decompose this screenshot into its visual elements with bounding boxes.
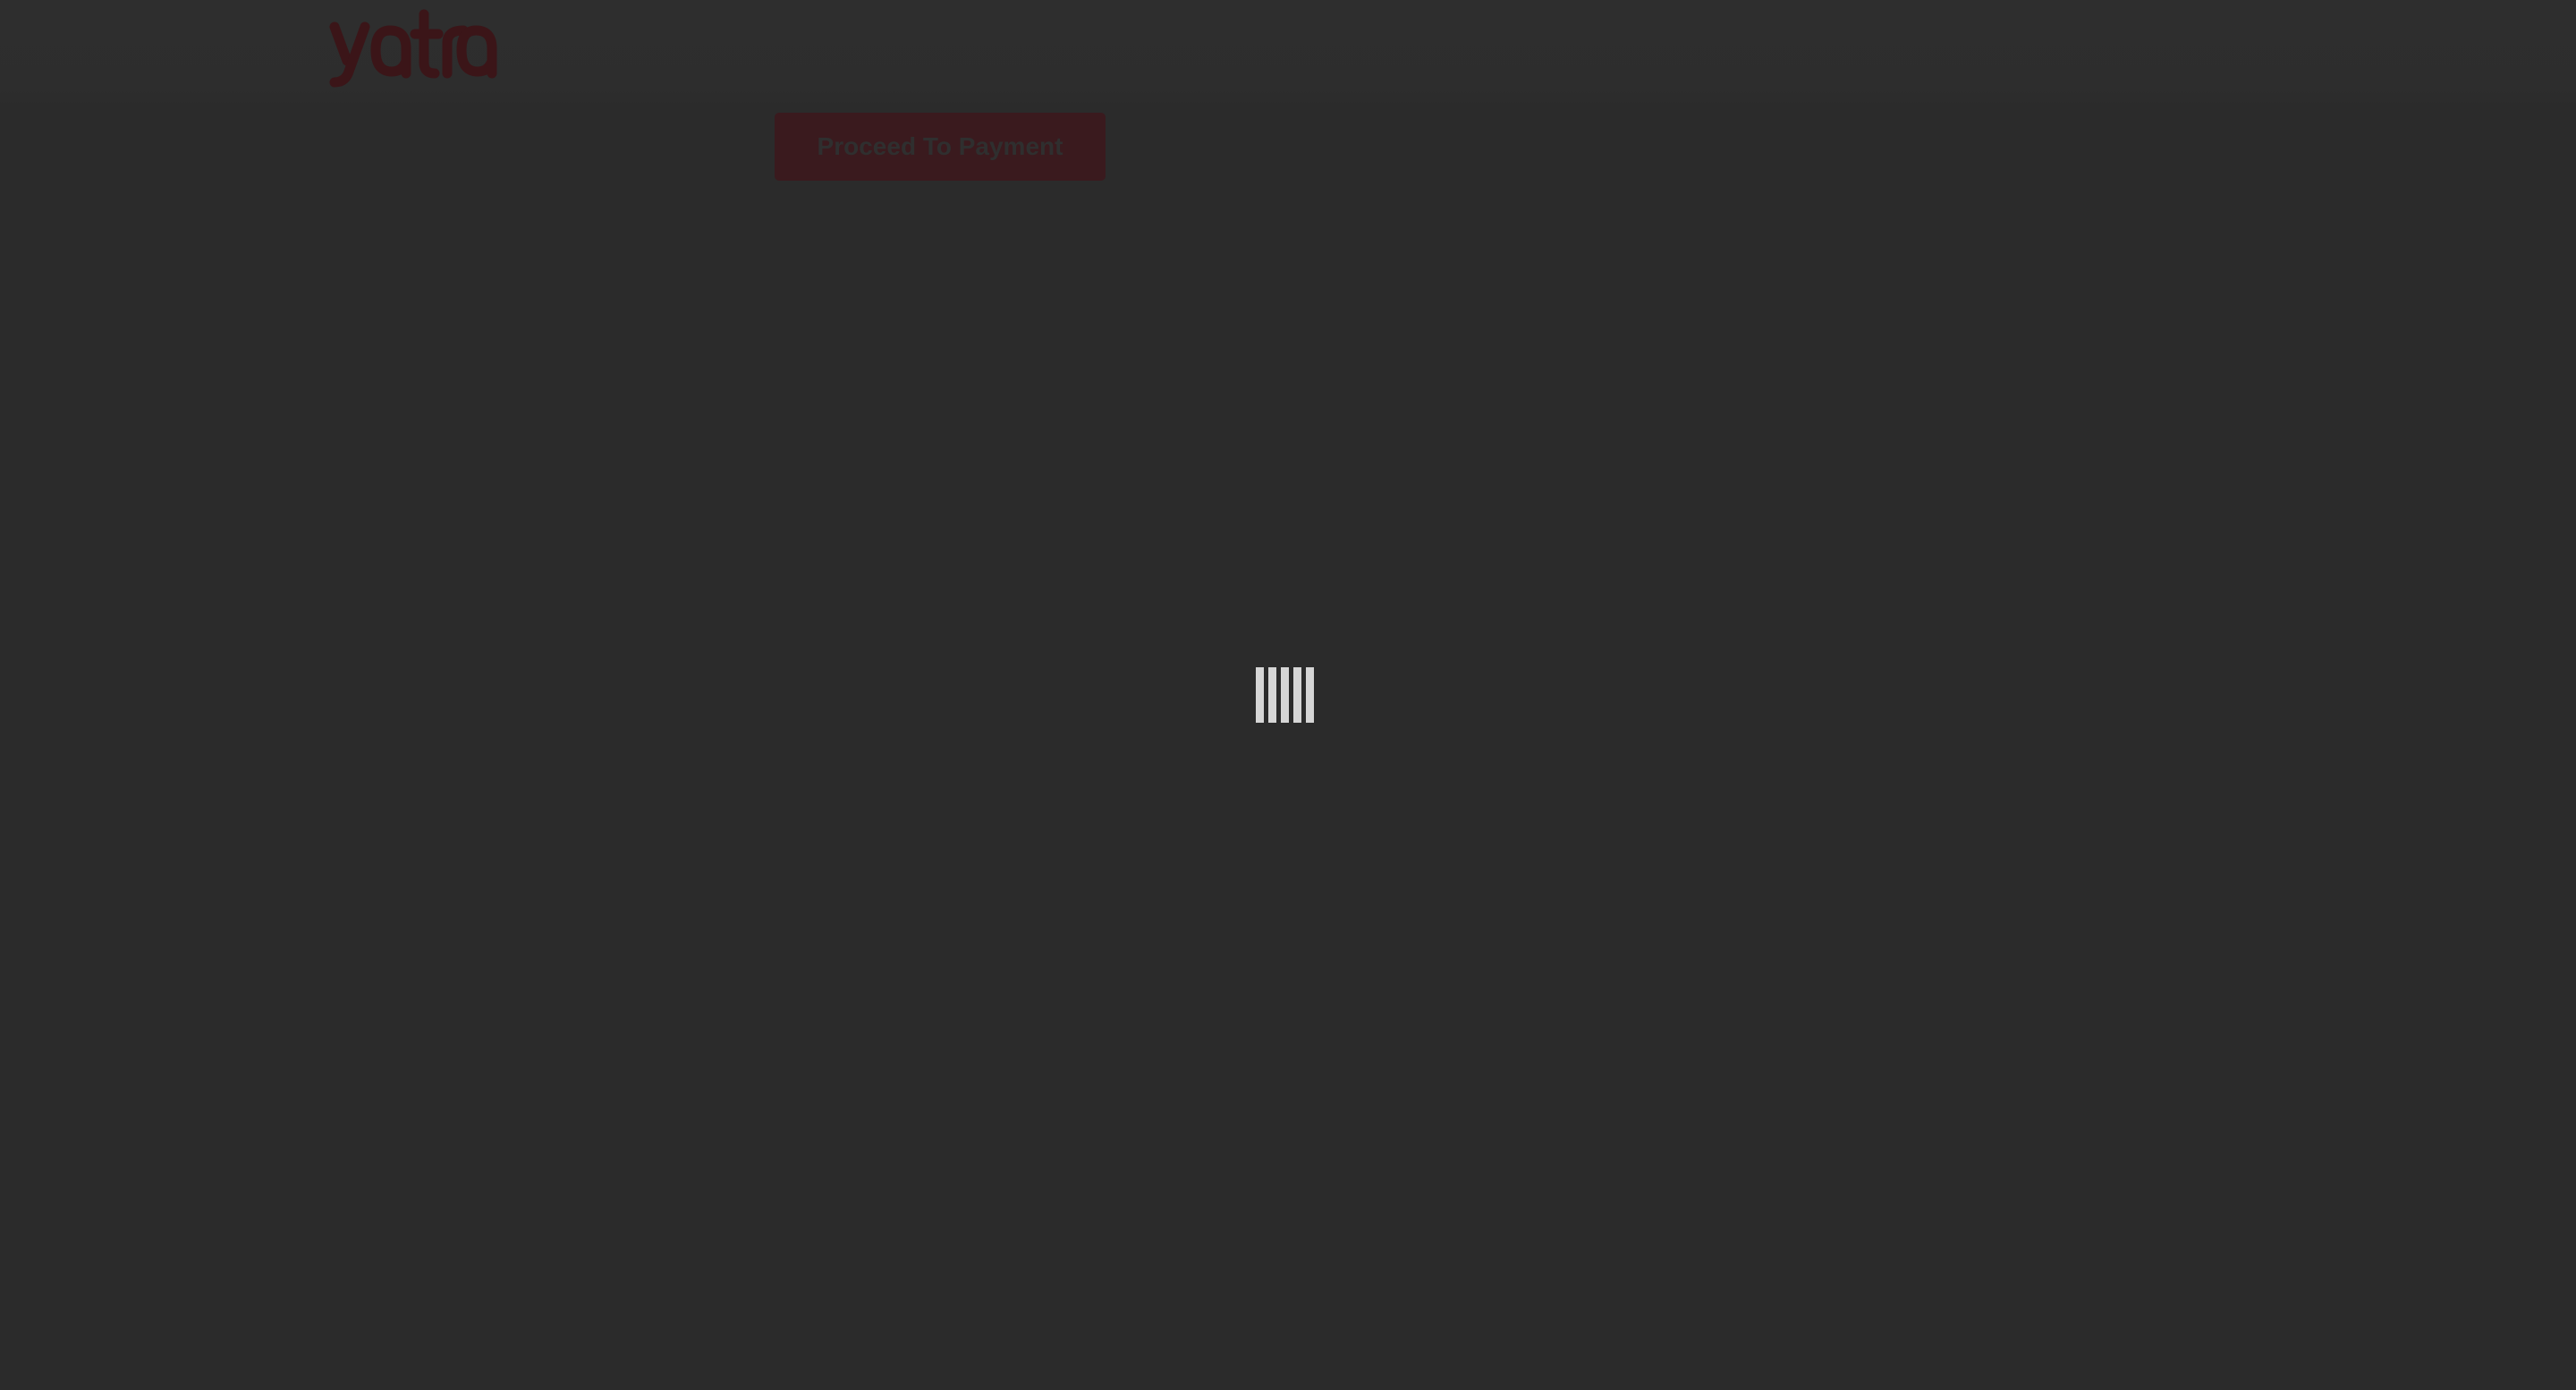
proceed-to-payment-button[interactable]: Proceed To Payment [775,113,1106,181]
loader-bar [1268,667,1276,723]
loading-bars-icon [1256,667,1318,723]
loader-bar [1281,667,1289,723]
header-bar [0,0,2576,106]
loader-bar [1256,667,1264,723]
yatra-logo[interactable] [327,7,497,88]
loader-bar [1306,667,1314,723]
loader-bar [1293,667,1301,723]
page: Proceed To Payment [0,0,2576,1390]
